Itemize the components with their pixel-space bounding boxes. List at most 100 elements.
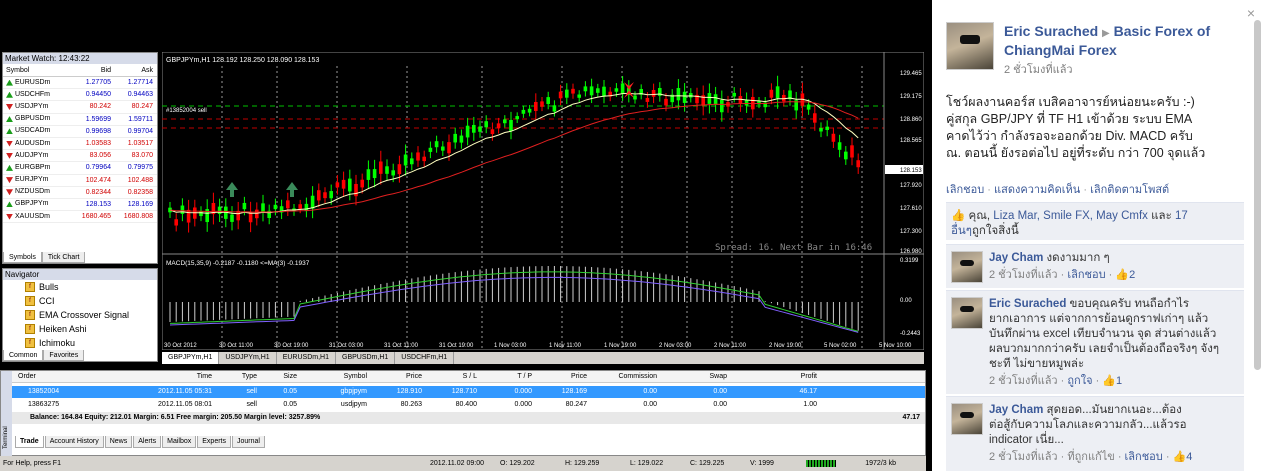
column-header[interactable]: Size xyxy=(257,371,297,382)
navigator-item[interactable]: f Bulls xyxy=(3,280,157,294)
column-header[interactable]: Swap xyxy=(657,371,727,382)
candle-body xyxy=(645,97,650,102)
navigator-item[interactable]: f Heiken Ashi xyxy=(3,322,157,336)
table-row[interactable]: EURJPYm 102.474 102.488 xyxy=(3,175,157,187)
table-row[interactable]: GBPUSDm 1.59699 1.59711 xyxy=(3,114,157,126)
column-header[interactable]: Order xyxy=(12,371,102,382)
avatar[interactable] xyxy=(951,297,983,329)
comment-like-link[interactable]: ถูกใจ xyxy=(1067,375,1092,387)
terminal-tab[interactable]: Experts xyxy=(197,436,231,448)
column-header[interactable]: S / L xyxy=(422,371,477,382)
symbol-cell: GBPUSDm xyxy=(3,114,69,125)
unfollow-link[interactable]: เลิกติดตามโพสต์ xyxy=(1090,184,1169,196)
table-row[interactable]: EURUSDm 1.27705 1.27714 xyxy=(3,77,157,90)
navigator-item[interactable]: f Ichimoku xyxy=(3,336,157,350)
table-row[interactable]: USDCADm 0.99698 0.99704 xyxy=(3,126,157,138)
likes-names[interactable]: Liza Mar, Smile FX, May Cmfx xyxy=(993,210,1148,222)
avatar[interactable] xyxy=(951,403,983,435)
comment-body: Eric Surached ขอบคุณครับ ทนถือกำไร ยากเอา… xyxy=(989,297,1241,389)
comment-like-link[interactable]: เลิกชอบ xyxy=(1125,451,1163,463)
column-header[interactable]: Time xyxy=(102,371,212,382)
comment-time[interactable]: 2 ชั่วโมงที่แล้ว xyxy=(989,451,1058,463)
table-row[interactable]: AUDJPYm 83.056 83.070 xyxy=(3,150,157,163)
table-cell: 0.05 xyxy=(283,401,297,408)
terminal-tab[interactable]: Alerts xyxy=(133,436,162,448)
terminal-tab[interactable]: News xyxy=(104,436,133,448)
column-header[interactable]: T / P xyxy=(477,371,532,382)
symbol-cell: XAUUSDm xyxy=(3,211,69,222)
indicator-icon: f xyxy=(25,282,35,292)
column-header[interactable]: Commission xyxy=(587,371,657,382)
commenter-link[interactable]: Eric Surached xyxy=(989,298,1066,310)
tab-tick-chart[interactable]: Tick Chart xyxy=(41,252,86,263)
symbol-name: USDCADm xyxy=(15,127,51,135)
ask-cell: 1680.808 xyxy=(123,213,153,221)
column-header[interactable]: Profit xyxy=(727,371,817,382)
col-symbol[interactable]: Symbol xyxy=(3,64,69,76)
chart-tab-eurusd[interactable]: EURUSDm,H1 xyxy=(277,352,336,364)
unlike-link[interactable]: เลิกชอบ xyxy=(946,184,984,196)
column-header[interactable]: Price xyxy=(367,371,422,382)
market-watch-rows: EURUSDm 1.27705 1.27714 USDCHFm 0.94450 0.944… xyxy=(3,77,157,224)
comment-time[interactable]: 2 ชั่วโมงที่แล้ว xyxy=(989,269,1058,281)
candle-body xyxy=(186,209,191,223)
col-bid[interactable]: Bid xyxy=(69,64,113,76)
post-heading: Eric Surached ▶ Basic Forex of ChiangMai… xyxy=(1004,23,1249,59)
table-row[interactable]: USDCHFm 0.94450 0.94463 xyxy=(3,89,157,102)
author-link[interactable]: Eric Surached xyxy=(1004,23,1098,39)
avatar[interactable] xyxy=(951,251,983,283)
chart-tab-usdjpy[interactable]: USDJPYm,H1 xyxy=(219,352,277,364)
tab-favorites[interactable]: Favorites xyxy=(43,350,85,361)
column-header[interactable]: Type xyxy=(212,371,257,382)
terminal-tab[interactable]: Account History xyxy=(44,436,104,448)
navigator-item[interactable]: f CCI xyxy=(3,294,157,308)
col-ask[interactable]: Ask xyxy=(113,64,157,76)
table-row[interactable]: EURGBPm 0.79964 0.79975 xyxy=(3,162,157,175)
table-row[interactable]: GBPJPYm 128.153 128.169 xyxy=(3,199,157,212)
column-header[interactable]: Symbol xyxy=(297,371,367,382)
comment-time[interactable]: 2 ชั่วโมงที่แล้ว xyxy=(989,375,1058,387)
commenter-link[interactable]: Jay Cham xyxy=(989,252,1043,264)
comment-like-count[interactable]: 1 xyxy=(1116,375,1122,387)
candle-body xyxy=(565,89,569,98)
tab-common[interactable]: Common xyxy=(3,350,44,361)
chart-tab-gbpjpy[interactable]: GBPJPYm,H1 xyxy=(162,352,220,364)
comment-like-link[interactable]: เลิกชอบ xyxy=(1067,269,1105,281)
chart-tab-usdchf[interactable]: USDCHFm,H1 xyxy=(395,352,455,364)
table-row[interactable]: USDJPYm 80.242 80.247 xyxy=(3,101,157,114)
symbol-name: AUDUSDm xyxy=(15,139,51,147)
macd-header: MACD(15,35,9) -0.2187 -0.1180 <=MA(3) -0… xyxy=(166,260,310,267)
table-row[interactable]: 13863275 2012.11.05 08:01 sell 0.05 usdjpym 8… xyxy=(12,399,925,411)
scrollbar[interactable] xyxy=(1254,20,1261,370)
table-row[interactable]: XAUUSDm 1680.465 1680.808 xyxy=(3,211,157,224)
comment-like-count[interactable]: 4 xyxy=(1186,451,1192,463)
avatar[interactable] xyxy=(946,22,994,70)
table-cell: 0.000 xyxy=(514,388,532,395)
status-traffic: 1972/3 kb xyxy=(865,460,896,467)
terminal-tab[interactable]: Mailbox xyxy=(162,436,197,448)
candle-body xyxy=(521,109,526,114)
ask-cell: 0.79975 xyxy=(127,164,153,172)
chart-tab-gbpusd[interactable]: GBPUSDm,H1 xyxy=(336,352,396,364)
terminal-tab[interactable]: Trade xyxy=(15,436,44,448)
table-row[interactable]: AUDUSDm 1.03583 1.03517 xyxy=(3,138,157,151)
symbol-cell: USDCADm xyxy=(3,126,69,137)
column-header[interactable]: Price xyxy=(532,371,587,382)
post-time[interactable]: 2 ชั่วโมงที่แล้ว xyxy=(1004,60,1073,78)
edited-label[interactable]: ที่ถูกแก้ไข xyxy=(1067,451,1114,463)
navigator-item[interactable]: f EMA Crossover Signal xyxy=(3,308,157,322)
price-chart[interactable]: 129.465 129.175 128.860 128.565 128.153 127.9… xyxy=(162,52,924,350)
commenter-link[interactable]: Jay Cham xyxy=(989,404,1043,416)
table-row[interactable]: NZDUSDm 0.82344 0.82358 xyxy=(3,187,157,199)
table-cell: 13852004 xyxy=(28,388,60,395)
comment-line: บันทึกผ่าน excel เทียบจำนวน จุด ส่วนต่าง… xyxy=(989,328,1217,340)
comment-like-count[interactable]: 2 xyxy=(1129,269,1135,281)
indicator-icon: f xyxy=(25,324,35,334)
tab-symbols[interactable]: Symbols xyxy=(3,252,42,263)
comment-link[interactable]: แสดงความคิดเห็น xyxy=(994,184,1080,196)
time-tick: 31 Oct 03:00 xyxy=(329,343,364,349)
chart-tabbar: GBPJPYm,H1 USDJPYm,H1 EURUSDm,H1 GBPUSDm… xyxy=(162,352,924,364)
close-icon[interactable]: × xyxy=(1247,5,1255,21)
terminal-tab[interactable]: Journal xyxy=(232,436,265,448)
table-row[interactable]: 13852004 2012.11.05 05:31 sell 0.05 gbpjpym 1… xyxy=(12,386,925,398)
